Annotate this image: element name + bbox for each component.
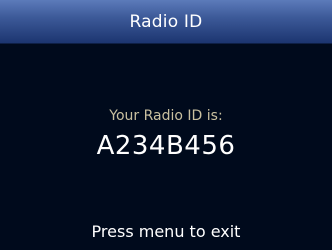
exit-hint: Press menu to exit [91,222,241,241]
screen-title: Radio ID [129,11,203,32]
radio-id-label: Your Radio ID is: [109,108,223,124]
radio-id-screen: Radio ID Your Radio ID is: A234B456 Pres… [0,0,332,250]
title-bar: Radio ID [0,0,332,44]
content-area: Your Radio ID is: A234B456 Press menu to… [0,44,332,250]
radio-id-value: A234B456 [96,131,236,161]
